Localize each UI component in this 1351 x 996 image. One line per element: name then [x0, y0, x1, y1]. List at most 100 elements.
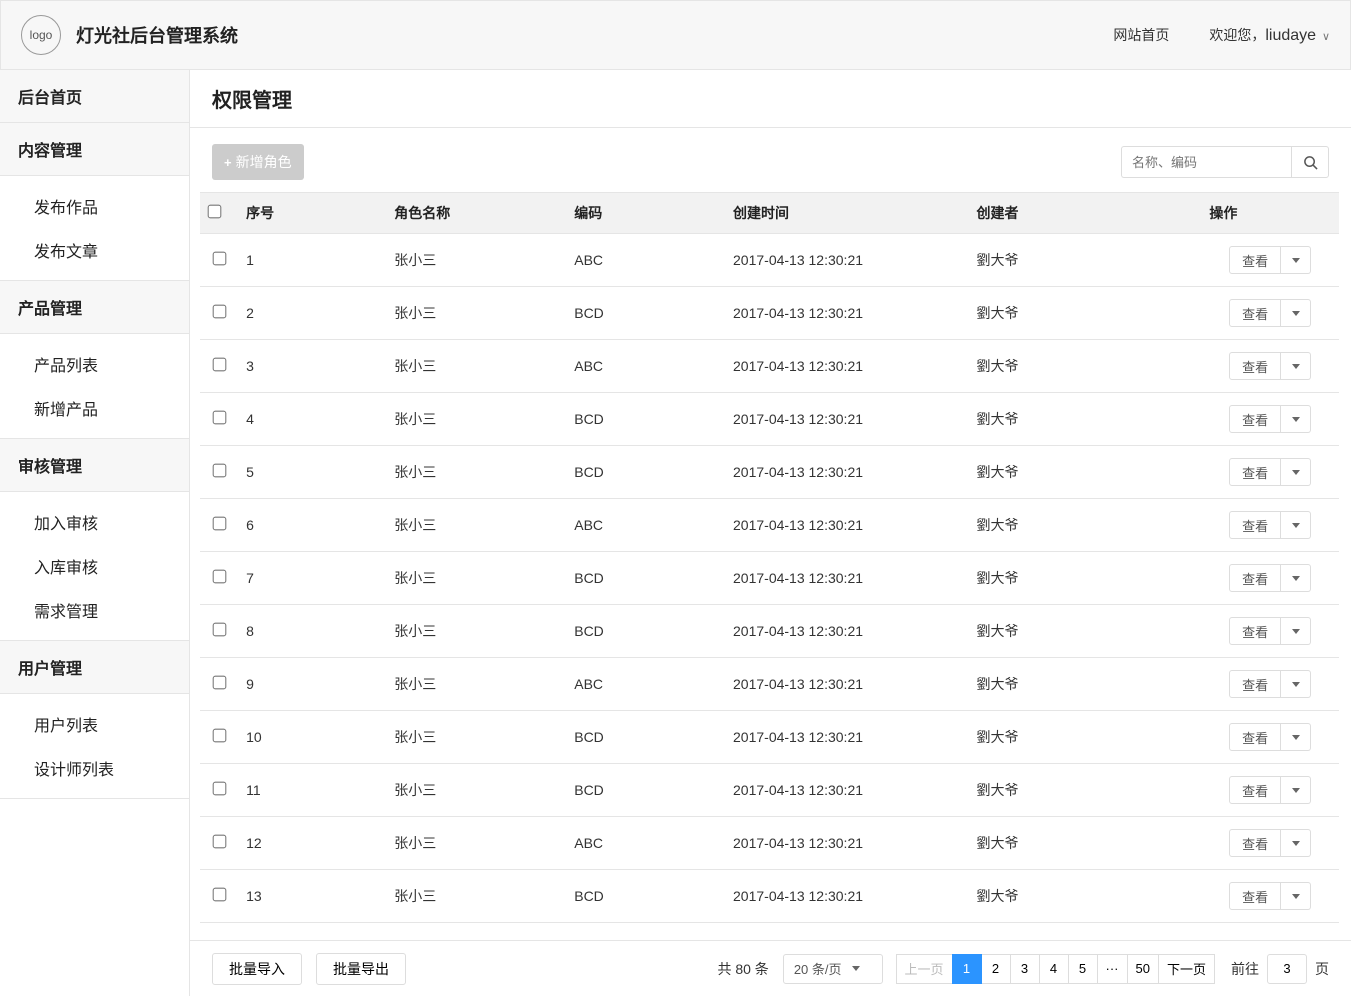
page-number-button[interactable]: 4: [1039, 954, 1069, 984]
sidebar-item[interactable]: 发布文章: [0, 228, 189, 272]
cell-index: 7: [238, 552, 386, 605]
sidebar-item-home[interactable]: 后台首页: [0, 70, 189, 123]
row-action-dropdown[interactable]: [1281, 670, 1311, 698]
view-button[interactable]: 查看: [1229, 458, 1281, 486]
row-checkbox[interactable]: [212, 623, 226, 637]
cell-time: 2017-04-13 12:30:21: [725, 870, 968, 923]
view-button[interactable]: 查看: [1229, 723, 1281, 751]
row-action-dropdown[interactable]: [1281, 352, 1311, 380]
row-action-dropdown[interactable]: [1281, 776, 1311, 804]
view-button[interactable]: 查看: [1229, 246, 1281, 274]
chevron-down-icon: ∨: [1322, 31, 1330, 43]
view-button[interactable]: 查看: [1229, 405, 1281, 433]
row-action-dropdown[interactable]: [1281, 511, 1311, 539]
col-header-name: 角色名称: [386, 193, 566, 234]
sidebar-item[interactable]: 加入审核: [0, 500, 189, 544]
page-number-button[interactable]: 3: [1010, 954, 1040, 984]
cell-time: 2017-04-13 12:30:21: [725, 552, 968, 605]
row-checkbox[interactable]: [212, 835, 226, 849]
row-checkbox[interactable]: [212, 676, 226, 690]
cell-code: BCD: [566, 287, 725, 340]
cell-time: 2017-04-13 12:30:21: [725, 446, 968, 499]
cell-name: 张小三: [386, 393, 566, 446]
add-role-button[interactable]: + 新增角色: [212, 144, 304, 180]
sidebar-item[interactable]: 新增产品: [0, 386, 189, 430]
row-checkbox[interactable]: [212, 888, 226, 902]
sidebar-item[interactable]: 用户列表: [0, 702, 189, 746]
row-checkbox[interactable]: [212, 252, 226, 266]
sidebar-group-heading[interactable]: 审核管理: [0, 439, 189, 492]
row-checkbox[interactable]: [212, 517, 226, 531]
row-checkbox[interactable]: [212, 358, 226, 372]
user-menu[interactable]: 欢迎您，liudaye ∨: [1209, 25, 1330, 45]
page-ellipsis: ···: [1097, 954, 1128, 984]
view-button[interactable]: 查看: [1229, 829, 1281, 857]
row-checkbox[interactable]: [212, 305, 226, 319]
goto-page-input[interactable]: [1267, 954, 1307, 984]
caret-down-icon: [1292, 629, 1300, 634]
add-role-label: 新增角色: [236, 152, 292, 172]
caret-down-icon: [1292, 894, 1300, 899]
row-checkbox[interactable]: [212, 570, 226, 584]
row-checkbox[interactable]: [212, 782, 226, 796]
row-action-dropdown[interactable]: [1281, 458, 1311, 486]
view-button[interactable]: 查看: [1229, 564, 1281, 592]
cell-name: 张小三: [386, 817, 566, 870]
row-action-dropdown[interactable]: [1281, 299, 1311, 327]
row-action-dropdown[interactable]: [1281, 882, 1311, 910]
view-button[interactable]: 查看: [1229, 352, 1281, 380]
table-row: 5张小三BCD2017-04-13 12:30:21劉大爷查看: [200, 446, 1339, 499]
row-action-dropdown[interactable]: [1281, 829, 1311, 857]
sidebar-item[interactable]: 设计师列表: [0, 746, 189, 790]
cell-index: 8: [238, 605, 386, 658]
row-action-dropdown[interactable]: [1281, 246, 1311, 274]
page-number-button[interactable]: 50: [1127, 954, 1159, 984]
view-button[interactable]: 查看: [1229, 882, 1281, 910]
view-button[interactable]: 查看: [1229, 511, 1281, 539]
prev-page-button[interactable]: 上一页: [896, 954, 953, 984]
row-action-dropdown[interactable]: [1281, 564, 1311, 592]
cell-creator: 劉大爷: [968, 764, 1201, 817]
cell-index: 11: [238, 764, 386, 817]
search-input[interactable]: [1121, 146, 1291, 178]
cell-creator: 劉大爷: [968, 711, 1201, 764]
row-checkbox[interactable]: [212, 464, 226, 478]
cell-code: BCD: [566, 393, 725, 446]
table-row: 3张小三ABC2017-04-13 12:30:21劉大爷查看: [200, 340, 1339, 393]
row-action-dropdown[interactable]: [1281, 617, 1311, 645]
view-button[interactable]: 查看: [1229, 299, 1281, 327]
page-number-button[interactable]: 2: [981, 954, 1011, 984]
sidebar-item[interactable]: 产品列表: [0, 342, 189, 386]
view-button[interactable]: 查看: [1229, 617, 1281, 645]
sidebar-item[interactable]: 入库审核: [0, 544, 189, 588]
batch-export-button[interactable]: 批量导出: [316, 953, 406, 985]
sidebar-item[interactable]: 需求管理: [0, 588, 189, 632]
page-number-button[interactable]: 1: [952, 954, 982, 984]
site-home-link[interactable]: 网站首页: [1113, 25, 1169, 45]
row-checkbox[interactable]: [212, 729, 226, 743]
table-row: 2张小三BCD2017-04-13 12:30:21劉大爷查看: [200, 287, 1339, 340]
row-checkbox[interactable]: [212, 411, 226, 425]
sidebar-group-heading[interactable]: 用户管理: [0, 641, 189, 694]
cell-code: ABC: [566, 817, 725, 870]
cell-index: 1: [238, 234, 386, 287]
col-header-action: 操作: [1201, 193, 1339, 234]
sidebar-group-heading[interactable]: 内容管理: [0, 123, 189, 176]
select-all-checkbox[interactable]: [208, 205, 222, 219]
sidebar-group-heading[interactable]: 产品管理: [0, 281, 189, 334]
caret-down-icon: [1292, 417, 1300, 422]
view-button[interactable]: 查看: [1229, 670, 1281, 698]
cell-index: 13: [238, 870, 386, 923]
plus-icon: +: [224, 155, 232, 170]
view-button[interactable]: 查看: [1229, 776, 1281, 804]
table-row: 6张小三ABC2017-04-13 12:30:21劉大爷查看: [200, 499, 1339, 552]
page-size-select[interactable]: 20 条/页: [783, 954, 883, 984]
batch-import-button[interactable]: 批量导入: [212, 953, 302, 985]
search-button[interactable]: [1291, 146, 1329, 178]
row-action-dropdown[interactable]: [1281, 723, 1311, 751]
next-page-button[interactable]: 下一页: [1158, 954, 1215, 984]
sidebar-item[interactable]: 发布作品: [0, 184, 189, 228]
row-action-dropdown[interactable]: [1281, 405, 1311, 433]
cell-name: 张小三: [386, 605, 566, 658]
page-number-button[interactable]: 5: [1068, 954, 1098, 984]
